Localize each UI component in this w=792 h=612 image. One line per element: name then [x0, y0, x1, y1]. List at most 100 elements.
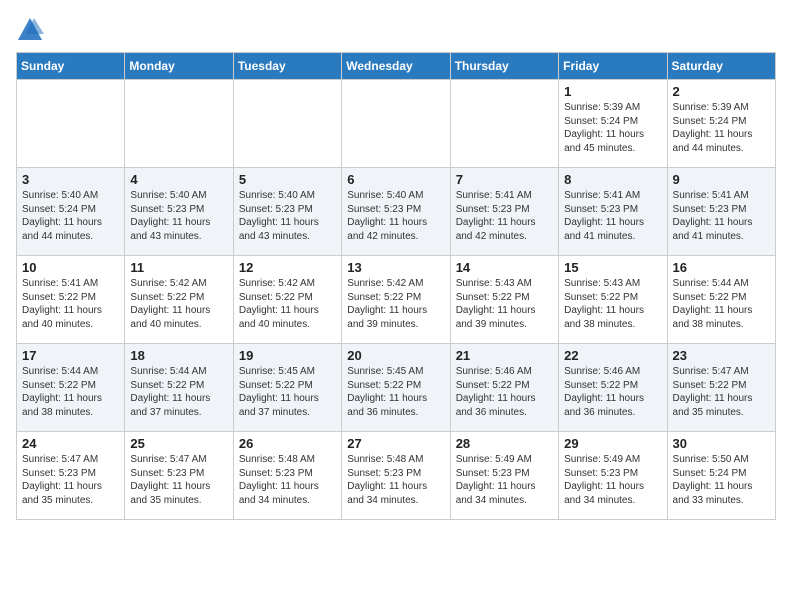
day-number: 17 [22, 348, 120, 363]
day-number: 10 [22, 260, 120, 275]
calendar-week-row: 3 Sunrise: 5:40 AM Sunset: 5:24 PM Daylig… [17, 168, 776, 256]
calendar-week-row: 24 Sunrise: 5:47 AM Sunset: 5:23 PM Dayli… [17, 432, 776, 520]
day-info: Sunrise: 5:48 AM Sunset: 5:23 PM Dayligh… [347, 453, 445, 507]
day-number: 7 [456, 172, 554, 187]
day-info: Sunrise: 5:44 AM Sunset: 5:22 PM Dayligh… [130, 365, 228, 419]
calendar-cell: 7 Sunrise: 5:41 AM Sunset: 5:23 PM Daylig… [450, 168, 558, 256]
day-info: Sunrise: 5:42 AM Sunset: 5:22 PM Dayligh… [130, 277, 228, 331]
calendar-cell [17, 80, 125, 168]
calendar-cell [342, 80, 450, 168]
day-number: 19 [239, 348, 337, 363]
calendar-header-row: SundayMondayTuesdayWednesdayThursdayFrid… [17, 53, 776, 80]
calendar-cell [125, 80, 233, 168]
calendar-cell: 14 Sunrise: 5:43 AM Sunset: 5:22 PM Dayli… [450, 256, 558, 344]
calendar-cell: 9 Sunrise: 5:41 AM Sunset: 5:23 PM Daylig… [667, 168, 775, 256]
day-info: Sunrise: 5:48 AM Sunset: 5:23 PM Dayligh… [239, 453, 337, 507]
calendar-cell [450, 80, 558, 168]
calendar-cell: 27Sunrise: 5:48 AM Sunset: 5:23 PM Dayli… [342, 432, 450, 520]
calendar-cell: 4 Sunrise: 5:40 AM Sunset: 5:23 PM Daylig… [125, 168, 233, 256]
calendar-cell: 12 Sunrise: 5:42 AM Sunset: 5:22 PM Dayli… [233, 256, 341, 344]
day-info: Sunrise: 5:44 AM Sunset: 5:22 PM Dayligh… [22, 365, 120, 419]
day-number: 14 [456, 260, 554, 275]
logo [16, 16, 48, 44]
calendar-cell: 17 Sunrise: 5:44 AM Sunset: 5:22 PM Dayli… [17, 344, 125, 432]
day-info: Sunrise: 5:44 AM Sunset: 5:22 PM Dayligh… [673, 277, 771, 331]
day-info: Sunrise: 5:49 AM Sunset: 5:23 PM Dayligh… [564, 453, 662, 507]
calendar-cell: 16 Sunrise: 5:44 AM Sunset: 5:22 PM Dayli… [667, 256, 775, 344]
day-number: 30 [673, 436, 771, 451]
calendar-week-row: 1 Sunrise: 5:39 AM Sunset: 5:24 PM Daylig… [17, 80, 776, 168]
day-info: Sunrise: 5:47 AM Sunset: 5:23 PM Dayligh… [130, 453, 228, 507]
day-info: Sunrise: 5:43 AM Sunset: 5:22 PM Dayligh… [564, 277, 662, 331]
calendar-cell: 28Sunrise: 5:49 AM Sunset: 5:23 PM Dayli… [450, 432, 558, 520]
calendar-cell: 26Sunrise: 5:48 AM Sunset: 5:23 PM Dayli… [233, 432, 341, 520]
calendar-cell: 20 Sunrise: 5:45 AM Sunset: 5:22 PM Dayli… [342, 344, 450, 432]
calendar-cell: 24 Sunrise: 5:47 AM Sunset: 5:23 PM Dayli… [17, 432, 125, 520]
calendar-cell: 3 Sunrise: 5:40 AM Sunset: 5:24 PM Daylig… [17, 168, 125, 256]
day-number: 15 [564, 260, 662, 275]
calendar-cell [233, 80, 341, 168]
calendar-week-row: 10 Sunrise: 5:41 AM Sunset: 5:22 PM Dayli… [17, 256, 776, 344]
page-header [16, 16, 776, 44]
day-number: 18 [130, 348, 228, 363]
day-info: Sunrise: 5:41 AM Sunset: 5:23 PM Dayligh… [564, 189, 662, 243]
day-info: Sunrise: 5:43 AM Sunset: 5:22 PM Dayligh… [456, 277, 554, 331]
day-info: Sunrise: 5:40 AM Sunset: 5:24 PM Dayligh… [22, 189, 120, 243]
day-info: Sunrise: 5:45 AM Sunset: 5:22 PM Dayligh… [239, 365, 337, 419]
day-info: Sunrise: 5:39 AM Sunset: 5:24 PM Dayligh… [673, 101, 771, 155]
col-header-wednesday: Wednesday [342, 53, 450, 80]
day-number: 25 [130, 436, 228, 451]
calendar-cell: 30Sunrise: 5:50 AM Sunset: 5:24 PM Dayli… [667, 432, 775, 520]
day-info: Sunrise: 5:41 AM Sunset: 5:23 PM Dayligh… [456, 189, 554, 243]
col-header-sunday: Sunday [17, 53, 125, 80]
day-number: 5 [239, 172, 337, 187]
day-number: 9 [673, 172, 771, 187]
day-info: Sunrise: 5:41 AM Sunset: 5:23 PM Dayligh… [673, 189, 771, 243]
day-number: 11 [130, 260, 228, 275]
col-header-saturday: Saturday [667, 53, 775, 80]
day-info: Sunrise: 5:39 AM Sunset: 5:24 PM Dayligh… [564, 101, 662, 155]
calendar-cell: 23 Sunrise: 5:47 AM Sunset: 5:22 PM Dayli… [667, 344, 775, 432]
col-header-tuesday: Tuesday [233, 53, 341, 80]
day-info: Sunrise: 5:46 AM Sunset: 5:22 PM Dayligh… [456, 365, 554, 419]
day-info: Sunrise: 5:42 AM Sunset: 5:22 PM Dayligh… [347, 277, 445, 331]
day-number: 22 [564, 348, 662, 363]
calendar-cell: 21 Sunrise: 5:46 AM Sunset: 5:22 PM Dayli… [450, 344, 558, 432]
calendar-cell: 18 Sunrise: 5:44 AM Sunset: 5:22 PM Dayli… [125, 344, 233, 432]
calendar-cell: 13Sunrise: 5:42 AM Sunset: 5:22 PM Dayli… [342, 256, 450, 344]
day-number: 2 [673, 84, 771, 99]
day-number: 3 [22, 172, 120, 187]
calendar-cell: 2 Sunrise: 5:39 AM Sunset: 5:24 PM Daylig… [667, 80, 775, 168]
day-info: Sunrise: 5:40 AM Sunset: 5:23 PM Dayligh… [130, 189, 228, 243]
day-number: 12 [239, 260, 337, 275]
day-info: Sunrise: 5:40 AM Sunset: 5:23 PM Dayligh… [347, 189, 445, 243]
day-number: 6 [347, 172, 445, 187]
calendar-cell: 25 Sunrise: 5:47 AM Sunset: 5:23 PM Dayli… [125, 432, 233, 520]
day-info: Sunrise: 5:47 AM Sunset: 5:23 PM Dayligh… [22, 453, 120, 507]
day-info: Sunrise: 5:46 AM Sunset: 5:22 PM Dayligh… [564, 365, 662, 419]
day-info: Sunrise: 5:47 AM Sunset: 5:22 PM Dayligh… [673, 365, 771, 419]
day-number: 24 [22, 436, 120, 451]
col-header-thursday: Thursday [450, 53, 558, 80]
calendar-cell: 8Sunrise: 5:41 AM Sunset: 5:23 PM Daylig… [559, 168, 667, 256]
calendar-cell: 15 Sunrise: 5:43 AM Sunset: 5:22 PM Dayli… [559, 256, 667, 344]
day-number: 4 [130, 172, 228, 187]
calendar-cell: 19 Sunrise: 5:45 AM Sunset: 5:22 PM Dayli… [233, 344, 341, 432]
day-number: 16 [673, 260, 771, 275]
day-number: 23 [673, 348, 771, 363]
col-header-monday: Monday [125, 53, 233, 80]
col-header-friday: Friday [559, 53, 667, 80]
logo-icon [16, 16, 44, 44]
calendar-cell: 5Sunrise: 5:40 AM Sunset: 5:23 PM Daylig… [233, 168, 341, 256]
day-number: 21 [456, 348, 554, 363]
calendar-cell: 22 Sunrise: 5:46 AM Sunset: 5:22 PM Dayli… [559, 344, 667, 432]
calendar-table: SundayMondayTuesdayWednesdayThursdayFrid… [16, 52, 776, 520]
calendar-week-row: 17 Sunrise: 5:44 AM Sunset: 5:22 PM Dayli… [17, 344, 776, 432]
day-info: Sunrise: 5:41 AM Sunset: 5:22 PM Dayligh… [22, 277, 120, 331]
calendar-cell: 29Sunrise: 5:49 AM Sunset: 5:23 PM Dayli… [559, 432, 667, 520]
calendar-cell: 11 Sunrise: 5:42 AM Sunset: 5:22 PM Dayli… [125, 256, 233, 344]
day-info: Sunrise: 5:42 AM Sunset: 5:22 PM Dayligh… [239, 277, 337, 331]
day-number: 20 [347, 348, 445, 363]
day-info: Sunrise: 5:45 AM Sunset: 5:22 PM Dayligh… [347, 365, 445, 419]
day-number: 1 [564, 84, 662, 99]
